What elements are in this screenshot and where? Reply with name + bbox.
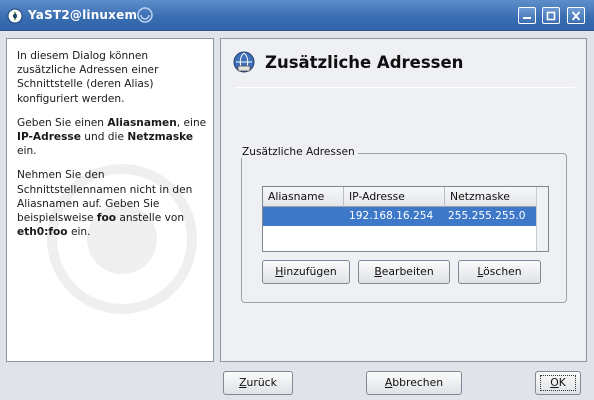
maximize-button[interactable] [542,7,560,24]
deco-icon [136,6,154,24]
help-text-run: , eine [176,116,207,129]
help-text-run: und die [80,131,128,144]
alias-table[interactable]: Aliasname IP-Adresse Netzmaske 192.168.1… [262,186,549,252]
edit-button[interactable]: Bearbeiten [358,260,450,284]
edit-mnemonic: B [374,265,382,278]
column-header-aliasname[interactable]: Aliasname [263,187,344,207]
ok-button[interactable]: OK [535,371,581,395]
column-header-ip[interactable]: IP-Adresse [344,187,445,207]
cell-ip: 192.168.16.254 [349,210,434,222]
dialog-heading: Zusätzliche Adressen [233,51,463,73]
delete-label: öschen [483,265,522,278]
add-button[interactable]: Hinzufügen [262,260,350,284]
minimize-icon [523,17,531,19]
close-button[interactable] [567,7,585,24]
back-button[interactable]: Zurück [223,371,293,395]
add-label: inzufügen [283,265,337,278]
help-text-run: IP-Adresse [17,131,81,144]
table-header: Aliasname IP-Adresse Netzmaske [263,187,548,207]
main-panel: Zusätzliche Adressen Zusätzliche Adresse… [220,38,587,362]
addresses-groupbox: Zusätzliche Adressen Aliasname IP-Adress… [239,146,567,303]
edit-label: earbeiten [381,265,434,278]
help-text-run: Geben Sie einen [17,116,108,129]
window-title: YaST2@linuxem [28,8,138,22]
cell-netmask: 255.255.255.0 [448,210,526,222]
help-text-run: Netzmaske [127,131,194,144]
watermark-icon [47,164,197,314]
heading-divider [235,87,575,88]
table-row[interactable]: 192.168.16.254 255.255.255.0 [263,207,548,226]
help-text-run: Aliasnamen [107,116,177,129]
column-header-netmask[interactable]: Netzmaske [445,187,538,207]
focus-ring [540,375,576,391]
network-icon [233,51,255,73]
window-titlebar[interactable]: YaST2@linuxem [0,0,594,31]
close-icon [571,11,581,21]
delete-button[interactable]: Löschen [458,260,541,284]
table-scrollbar[interactable] [536,187,548,251]
groupbox-label: Zusätzliche Adressen [239,146,358,158]
page-title: Zusätzliche Adressen [265,52,464,72]
yast-icon [7,8,23,24]
abort-label: bbrechen [392,376,444,389]
maximize-icon [546,11,556,21]
minimize-button[interactable] [518,7,536,24]
back-label: urück [246,376,277,389]
help-panel: In diesem Dialog können zusätzliche Adre… [6,38,214,362]
cell-alias [263,207,344,226]
back-mnemonic: Z [239,376,247,389]
help-text-run: ein. [17,145,37,158]
abort-button[interactable]: Abbrechen [366,371,462,395]
help-paragraph-1: In diesem Dialog können zusätzliche Adre… [17,50,159,105]
